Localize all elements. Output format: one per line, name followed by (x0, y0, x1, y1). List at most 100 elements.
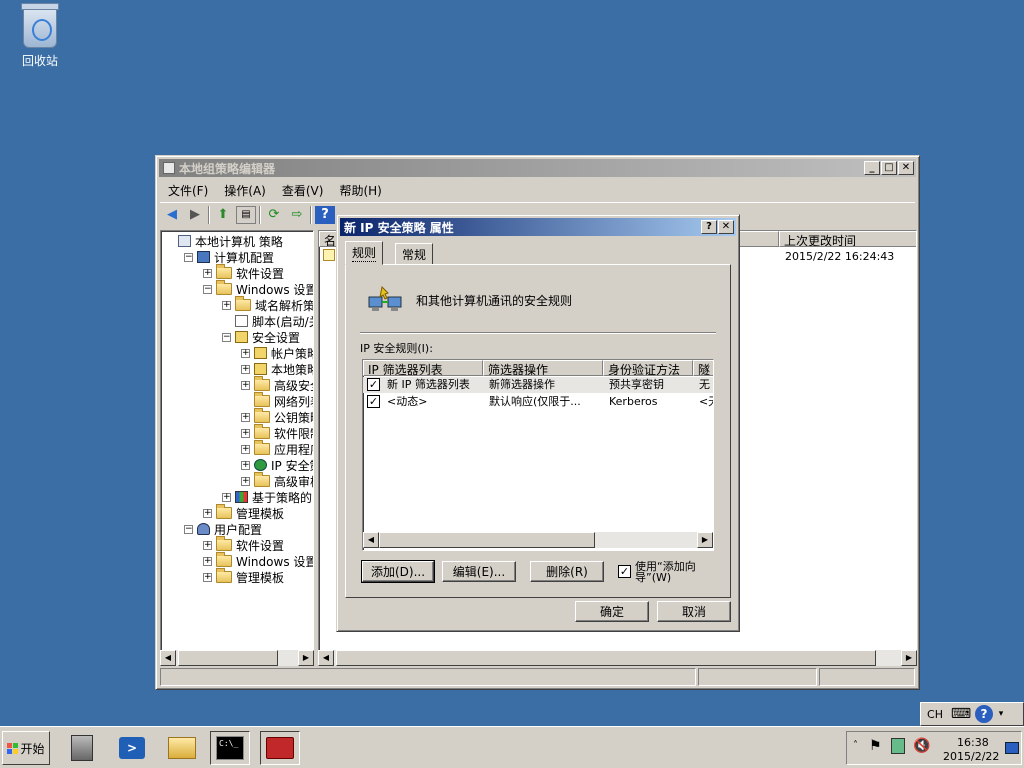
scroll-thumb[interactable] (178, 650, 278, 666)
tree-item[interactable]: + 本地策略 (241, 361, 313, 377)
column-filter-action[interactable]: 筛选器操作 (483, 360, 603, 376)
collapse-icon[interactable]: − (203, 284, 212, 294)
expand-icon[interactable]: + (222, 492, 231, 502)
column-tunnel[interactable]: 隧 (693, 360, 713, 376)
tree-item[interactable]: + 基于策略的 Q (222, 489, 313, 505)
rule-checkbox[interactable]: ✓ (367, 395, 380, 408)
menu-file[interactable]: 文件(F) (160, 182, 216, 199)
expand-icon[interactable]: + (241, 444, 250, 454)
expand-icon[interactable]: + (203, 540, 212, 550)
tree-item[interactable]: 本地计算机 策略 (165, 233, 283, 249)
add-button[interactable]: 添加(D)... (361, 560, 435, 583)
language-indicator[interactable]: CH (923, 708, 947, 721)
expand-icon[interactable]: + (203, 572, 212, 582)
column-auth-method[interactable]: 身份验证方法 (603, 360, 693, 376)
tree-item[interactable]: + Windows 设置 (203, 552, 313, 569)
show-hidden-icons[interactable]: ˄ (853, 740, 858, 751)
clock-date[interactable]: 2015/2/22 (943, 750, 999, 763)
collapse-icon[interactable]: − (184, 524, 193, 534)
maximize-button[interactable]: □ (881, 161, 897, 175)
powershell-taskbar-icon[interactable]: > (112, 731, 152, 765)
keyboard-icon[interactable]: ⌨ (949, 706, 973, 722)
menu-action[interactable]: 操作(A) (216, 182, 274, 199)
tree-item[interactable]: + 管理模板 (203, 568, 284, 585)
tree-item[interactable]: + 管理模板 (203, 504, 284, 521)
tab-general[interactable]: 常规 (395, 243, 434, 265)
expand-icon[interactable]: + (203, 556, 212, 566)
export-list-icon[interactable]: ⇨ (287, 206, 307, 224)
scroll-thumb[interactable] (379, 532, 595, 548)
forward-arrow-icon[interactable]: ▶ (185, 206, 205, 224)
minimize-button[interactable]: _ (864, 161, 880, 175)
use-wizard-checkbox[interactable]: ✓ (618, 565, 631, 578)
policy-item-modified[interactable]: 2015/2/22 16:24:43 (781, 249, 916, 265)
expand-icon[interactable]: + (241, 380, 250, 390)
scroll-right-button[interactable]: ▶ (298, 650, 314, 666)
tree-item[interactable]: − 安全设置 (222, 329, 300, 345)
tree-item[interactable]: + 帐户策略 (241, 345, 313, 361)
collapse-icon[interactable]: − (222, 332, 231, 342)
expand-icon[interactable]: + (241, 460, 250, 470)
tree-item[interactable]: + 高级安全 (241, 376, 313, 393)
scroll-left-button[interactable]: ◀ (160, 650, 176, 666)
tree-horizontal-scrollbar[interactable]: ◀ ▶ (160, 650, 314, 666)
tree-item[interactable]: + 应用程序控 (241, 440, 313, 457)
menu-help[interactable]: 帮助(H) (331, 182, 389, 199)
dialog-titlebar[interactable]: 新 IP 安全策略 属性 ? ✕ (340, 218, 736, 236)
remove-button[interactable]: 删除(R) (530, 561, 604, 582)
column-last-modified[interactable]: 上次更改时间 (779, 231, 916, 247)
tab-rules[interactable]: 规则 (345, 241, 384, 265)
network-icon[interactable] (891, 738, 905, 754)
dialog-close-button[interactable]: ✕ (718, 220, 734, 234)
close-button[interactable]: ✕ (898, 161, 914, 175)
rule-row[interactable]: ✓ <动态> 默认响应(仅限于... Kerberos <无 (363, 394, 713, 410)
menu-view[interactable]: 查看(V) (274, 182, 332, 199)
server-manager-taskbar-icon[interactable] (62, 731, 102, 765)
use-wizard-option[interactable]: ✓ 使用“添加向导”(W) (618, 561, 728, 585)
expand-icon[interactable]: + (241, 348, 250, 358)
start-button[interactable]: 开始 (2, 731, 50, 765)
column-filter-list[interactable]: IP 筛选器列表 (363, 360, 483, 376)
expand-icon[interactable]: + (241, 364, 250, 374)
ok-button[interactable]: 确定 (575, 601, 649, 622)
expand-icon[interactable]: + (203, 268, 212, 278)
volume-muted-icon[interactable]: 🔇 (913, 738, 930, 754)
expand-icon[interactable]: + (241, 428, 250, 438)
expand-icon[interactable]: + (203, 508, 212, 518)
expand-icon[interactable]: + (241, 476, 250, 486)
action-center-flag-icon[interactable]: ⚑ (869, 738, 882, 754)
refresh-icon[interactable]: ⟳ (264, 206, 284, 224)
tree-item[interactable]: 网络列表管 (241, 392, 313, 409)
show-hide-tree-icon[interactable]: ▤ (236, 205, 256, 224)
explorer-taskbar-icon[interactable] (162, 731, 202, 765)
tree-item[interactable]: + 软件设置 (203, 536, 284, 553)
tree-item[interactable]: − 用户配置 (184, 521, 262, 537)
tree-item[interactable]: + 高级审核策 (241, 472, 313, 489)
tree-item[interactable]: + 软件限制策 (241, 424, 313, 441)
up-folder-icon[interactable]: ⬆ (213, 206, 233, 224)
expand-icon[interactable]: + (241, 412, 250, 422)
back-arrow-icon[interactable]: ◀ (162, 206, 182, 224)
cancel-button[interactable]: 取消 (657, 601, 731, 622)
clock-time[interactable]: 16:38 (957, 736, 989, 749)
policy-item-icon[interactable] (323, 249, 335, 261)
scroll-thumb[interactable] (336, 650, 876, 666)
tree-item[interactable]: + 域名解析策略 (222, 296, 313, 313)
scroll-left-button[interactable]: ◀ (318, 650, 334, 666)
scroll-left-button[interactable]: ◀ (363, 532, 379, 548)
tree-item[interactable]: 脚本(启动/关 (222, 313, 313, 329)
expand-icon[interactable]: + (222, 300, 231, 310)
gpedit-titlebar[interactable]: 本地组策略编辑器 _ □ ✕ (159, 159, 916, 177)
help-icon[interactable]: ? (315, 205, 335, 224)
rules-horizontal-scrollbar[interactable]: ◀ ▶ (363, 532, 713, 548)
recycle-bin-shortcut[interactable]: 回收站 (12, 3, 68, 69)
scroll-right-button[interactable]: ▶ (697, 532, 713, 548)
collapse-icon[interactable]: − (184, 252, 193, 262)
details-horizontal-scrollbar[interactable]: ◀ ▶ (318, 650, 917, 666)
rule-checkbox[interactable]: ✓ (367, 378, 380, 391)
help-circle-icon[interactable]: ? (975, 705, 993, 723)
tree-item[interactable]: − 计算机配置 (184, 249, 274, 265)
cmd-taskbar-icon[interactable]: C:\_ (210, 731, 250, 765)
tree-item[interactable]: + 软件设置 (203, 264, 284, 281)
rule-row[interactable]: ✓ 新 IP 筛选器列表 新筛选器操作 预共享密钥 无 (363, 377, 713, 393)
